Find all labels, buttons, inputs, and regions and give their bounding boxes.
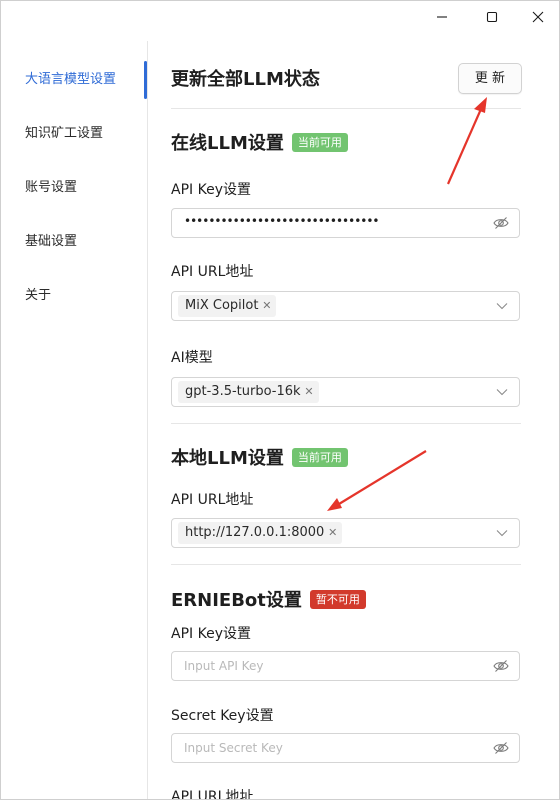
ernie-api-key-placeholder: Input API Key — [184, 659, 264, 673]
online-llm-title: 在线LLM设置 当前可用 — [171, 129, 348, 155]
online-model-tag-text: gpt-3.5-turbo-16k — [185, 384, 301, 399]
divider — [171, 423, 521, 424]
maximize-button[interactable] — [469, 3, 515, 31]
sidebar-item-about[interactable]: 关于 — [25, 284, 51, 308]
local-llm-status-badge: 当前可用 — [291, 448, 348, 467]
minimize-button[interactable] — [419, 3, 465, 31]
sidebar: 大语言模型设置 知识矿工设置 账号设置 基础设置 关于 — [1, 41, 148, 799]
ernie-api-url-label: API URL地址 — [171, 789, 254, 800]
online-model-select[interactable]: gpt-3.5-turbo-16k ✕ — [171, 377, 520, 407]
sidebar-item-llm-settings[interactable]: 大语言模型设置 — [25, 68, 116, 92]
online-llm-title-text: 在线LLM设置 — [171, 133, 284, 154]
online-llm-status-badge: 当前可用 — [291, 133, 348, 152]
local-api-url-tag: http://127.0.0.1:8000 ✕ — [178, 522, 343, 544]
online-api-url-select[interactable]: MiX Copilot ✕ — [171, 291, 520, 321]
erniebot-title: ERNIEBot设置 暂不可用 — [171, 586, 366, 612]
ernie-secret-key-field[interactable]: Input Secret Key — [171, 733, 520, 763]
local-api-url-label: API URL地址 — [171, 492, 254, 508]
ernie-secret-key-label: Secret Key设置 — [171, 708, 274, 724]
online-model-tag: gpt-3.5-turbo-16k ✕ — [178, 381, 319, 403]
settings-window: 大语言模型设置 知识矿工设置 账号设置 基础设置 关于 更新全部LLM状态 更 … — [0, 0, 560, 800]
local-api-url-tag-text: http://127.0.0.1:8000 — [185, 525, 325, 540]
erniebot-status-badge: 暂不可用 — [309, 590, 366, 609]
online-model-label: AI模型 — [171, 350, 213, 366]
chevron-down-icon — [496, 303, 508, 310]
ernie-api-key-label: API Key设置 — [171, 626, 251, 642]
online-api-key-field[interactable]: •••••••••••••••••••••••••••••••• — [171, 208, 520, 238]
divider — [171, 564, 521, 565]
online-api-url-tag: MiX Copilot ✕ — [178, 295, 277, 317]
online-api-url-tag-text: MiX Copilot — [185, 298, 259, 313]
update-all-llm-title: 更新全部LLM状态 — [171, 69, 320, 90]
sidebar-item-account-settings[interactable]: 账号设置 — [25, 176, 77, 200]
online-api-key-value: •••••••••••••••••••••••••••••••• — [184, 214, 379, 228]
ernie-secret-key-placeholder: Input Secret Key — [184, 741, 283, 755]
chevron-down-icon — [496, 530, 508, 537]
eye-off-icon[interactable] — [493, 659, 509, 673]
remove-tag-icon[interactable]: ✕ — [262, 295, 271, 317]
erniebot-title-text: ERNIEBot设置 — [171, 590, 302, 611]
close-button[interactable] — [515, 3, 559, 31]
eye-off-icon[interactable] — [493, 741, 509, 755]
local-llm-title: 本地LLM设置 当前可用 — [171, 444, 348, 470]
divider — [171, 108, 521, 109]
remove-tag-icon[interactable]: ✕ — [328, 522, 337, 544]
online-api-url-label: API URL地址 — [171, 264, 254, 280]
sidebar-item-knowledge-miner-settings[interactable]: 知识矿工设置 — [25, 122, 103, 146]
local-llm-title-text: 本地LLM设置 — [171, 448, 284, 469]
close-icon — [532, 11, 544, 23]
online-api-key-label: API Key设置 — [171, 182, 251, 198]
eye-off-icon[interactable] — [493, 216, 509, 230]
ernie-api-key-field[interactable]: Input API Key — [171, 651, 520, 681]
maximize-icon — [486, 11, 498, 23]
local-api-url-select[interactable]: http://127.0.0.1:8000 ✕ — [171, 518, 520, 548]
main-panel: 更新全部LLM状态 更 新 在线LLM设置 当前可用 API Key设置 ••••… — [147, 41, 559, 800]
minimize-icon — [437, 16, 447, 18]
update-button[interactable]: 更 新 — [458, 63, 522, 94]
sidebar-item-basic-settings[interactable]: 基础设置 — [25, 230, 77, 254]
chevron-down-icon — [496, 389, 508, 396]
remove-tag-icon[interactable]: ✕ — [304, 381, 313, 403]
